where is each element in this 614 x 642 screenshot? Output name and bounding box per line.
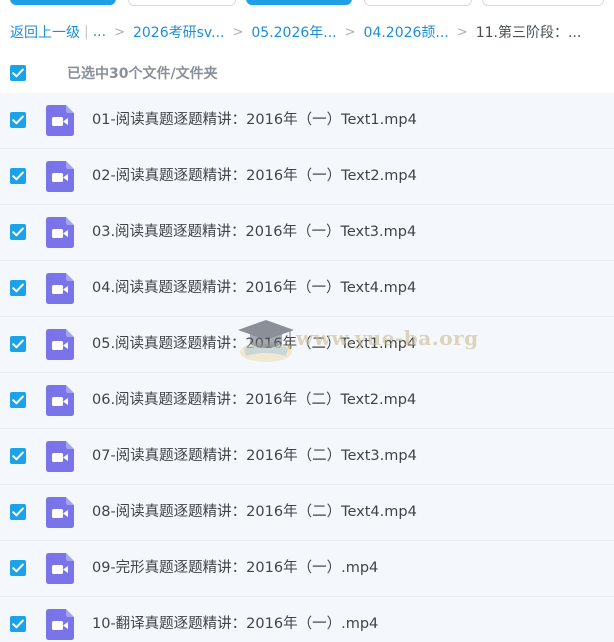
file-checkbox[interactable] bbox=[10, 560, 26, 576]
video-file-icon bbox=[46, 609, 74, 640]
file-name[interactable]: 05.阅读真题逐题精讲：2016年（二）Text1.mp4 bbox=[92, 333, 416, 355]
toolbar-button[interactable] bbox=[128, 0, 236, 6]
file-checkbox[interactable] bbox=[10, 112, 26, 128]
video-file-icon bbox=[46, 441, 74, 472]
check-icon bbox=[12, 115, 24, 125]
video-file-icon bbox=[46, 497, 74, 528]
file-name[interactable]: 10-翻译真题逐题精讲：2016年（一）.mp4 bbox=[92, 613, 378, 635]
check-icon bbox=[12, 507, 24, 517]
video-file-icon bbox=[46, 161, 74, 192]
toolbar-button[interactable] bbox=[482, 0, 604, 6]
file-row[interactable]: 06.阅读真题逐题精讲：2016年（二）Text2.mp4 bbox=[0, 373, 614, 429]
breadcrumb-separator: > bbox=[232, 24, 244, 40]
video-file-icon bbox=[46, 329, 74, 360]
check-icon bbox=[12, 227, 24, 237]
check-icon bbox=[12, 68, 24, 78]
video-file-icon bbox=[46, 217, 74, 248]
toolbar-button[interactable] bbox=[10, 0, 116, 5]
file-name[interactable]: 09-完形真题逐题精讲：2016年（一）.mp4 bbox=[92, 557, 378, 579]
file-name[interactable]: 07-阅读真题逐题精讲：2016年（二）Text3.mp4 bbox=[92, 445, 417, 467]
file-name[interactable]: 02-阅读真题逐题精讲：2016年（一）Text2.mp4 bbox=[92, 165, 417, 187]
check-icon bbox=[12, 339, 24, 349]
file-row[interactable]: 09-完形真题逐题精讲：2016年（一）.mp4 bbox=[0, 541, 614, 597]
file-checkbox[interactable] bbox=[10, 616, 26, 632]
video-file-icon bbox=[46, 273, 74, 304]
breadcrumb-separator-bar: | bbox=[84, 24, 89, 40]
file-row[interactable]: 08-阅读真题逐题精讲：2016年（二）Text4.mp4 bbox=[0, 485, 614, 541]
check-icon bbox=[12, 283, 24, 293]
toolbar-button[interactable] bbox=[364, 0, 472, 6]
file-list: 01-阅读真题逐题精讲：2016年（一）Text1.mp4 02-阅读真题逐题精讲… bbox=[0, 93, 614, 642]
breadcrumb-item[interactable]: 04.2026颉... bbox=[364, 22, 449, 42]
file-checkbox[interactable] bbox=[10, 392, 26, 408]
file-row[interactable]: 04.阅读真题逐题精讲：2016年（一）Text4.mp4 bbox=[0, 261, 614, 317]
select-all-checkbox[interactable] bbox=[10, 65, 26, 81]
breadcrumb: 返回上一级 | ... > 2026考研sv... > 05.2026年... … bbox=[10, 21, 581, 43]
toolbar-button[interactable] bbox=[246, 0, 352, 5]
check-icon bbox=[12, 563, 24, 573]
file-row[interactable]: 07-阅读真题逐题精讲：2016年（二）Text3.mp4 bbox=[0, 429, 614, 485]
file-checkbox[interactable] bbox=[10, 224, 26, 240]
file-row[interactable]: 01-阅读真题逐题精讲：2016年（一）Text1.mp4 bbox=[0, 93, 614, 149]
select-all-row: 已选中30个文件/文件夹 bbox=[10, 62, 218, 84]
file-browser: 返回上一级 | ... > 2026考研sv... > 05.2026年... … bbox=[0, 0, 614, 642]
file-name[interactable]: 03.阅读真题逐题精讲：2016年（一）Text3.mp4 bbox=[92, 221, 416, 243]
file-checkbox[interactable] bbox=[10, 448, 26, 464]
file-name[interactable]: 06.阅读真题逐题精讲：2016年（二）Text2.mp4 bbox=[92, 389, 416, 411]
file-checkbox[interactable] bbox=[10, 336, 26, 352]
check-icon bbox=[12, 171, 24, 181]
file-name[interactable]: 08-阅读真题逐题精讲：2016年（二）Text4.mp4 bbox=[92, 501, 417, 523]
file-checkbox[interactable] bbox=[10, 168, 26, 184]
back-link[interactable]: 返回上一级 bbox=[10, 22, 80, 42]
breadcrumb-separator: > bbox=[114, 24, 125, 40]
check-icon bbox=[12, 451, 24, 461]
breadcrumb-separator: > bbox=[344, 24, 356, 40]
video-file-icon bbox=[46, 385, 74, 416]
file-row[interactable]: 02-阅读真题逐题精讲：2016年（一）Text2.mp4 bbox=[0, 149, 614, 205]
video-file-icon bbox=[46, 553, 74, 584]
breadcrumb-ellipsis[interactable]: ... bbox=[93, 24, 106, 40]
file-checkbox[interactable] bbox=[10, 504, 26, 520]
check-icon bbox=[12, 619, 24, 629]
breadcrumb-item[interactable]: 05.2026年... bbox=[251, 22, 336, 42]
file-name[interactable]: 04.阅读真题逐题精讲：2016年（一）Text4.mp4 bbox=[92, 277, 416, 299]
file-row[interactable]: 03.阅读真题逐题精讲：2016年（一）Text3.mp4 bbox=[0, 205, 614, 261]
file-checkbox[interactable] bbox=[10, 280, 26, 296]
breadcrumb-current: 11.第三阶段：... bbox=[475, 25, 582, 41]
file-row[interactable]: 10-翻译真题逐题精讲：2016年（一）.mp4 bbox=[0, 597, 614, 642]
file-name[interactable]: 01-阅读真题逐题精讲：2016年（一）Text1.mp4 bbox=[92, 109, 417, 131]
check-icon bbox=[12, 395, 24, 405]
file-row[interactable]: 05.阅读真题逐题精讲：2016年（二）Text1.mp4 bbox=[0, 317, 614, 373]
breadcrumb-item[interactable]: 2026考研sv... bbox=[133, 22, 224, 42]
selection-count-label: 已选中30个文件/文件夹 bbox=[67, 66, 218, 82]
breadcrumb-separator: > bbox=[456, 24, 468, 40]
video-file-icon bbox=[46, 105, 74, 136]
